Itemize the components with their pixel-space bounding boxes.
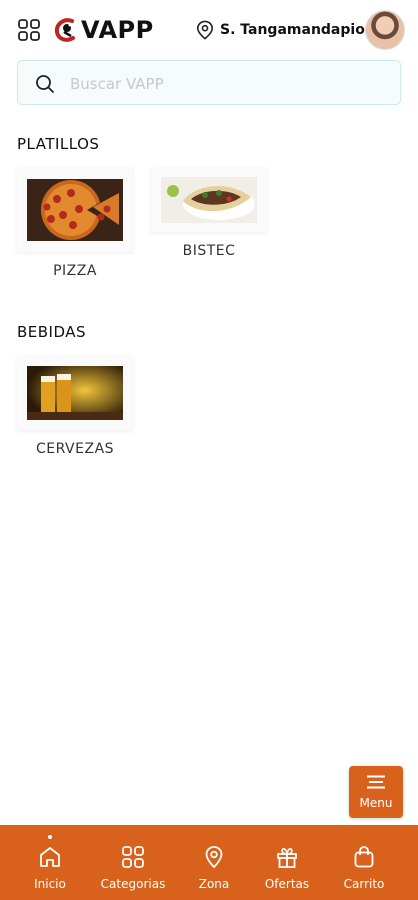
user-avatar[interactable] <box>365 10 405 50</box>
nav-label: Carrito <box>343 877 385 891</box>
pizza-image <box>17 168 133 252</box>
logo-mark-icon <box>54 18 75 42</box>
menu-button-label: Menu <box>359 796 393 810</box>
bottom-navigation: Inicio Categorias Zona Ofertas Carrito <box>0 825 418 900</box>
top-bar: VAPP S. Tangamandapio <box>0 0 418 60</box>
nav-label: Zona <box>198 877 230 891</box>
active-indicator <box>48 835 52 839</box>
nav-item-categorias[interactable]: Categorias <box>95 825 171 900</box>
location-pin-icon <box>205 846 223 869</box>
grid-icon <box>122 846 144 868</box>
nav-item-inicio[interactable]: Inicio <box>22 825 78 900</box>
menu-button[interactable]: Menu <box>349 766 403 818</box>
nav-item-ofertas[interactable]: Ofertas <box>258 825 316 900</box>
nav-item-carrito[interactable]: Carrito <box>336 825 392 900</box>
bistec-image <box>151 168 267 232</box>
search-input[interactable] <box>68 61 392 106</box>
app-name: VAPP <box>81 16 154 44</box>
product-label: BISTEC <box>182 243 236 259</box>
shopping-bag-icon <box>354 846 374 868</box>
product-label: PIZZA <box>53 263 97 279</box>
menu-lines-icon <box>367 775 385 789</box>
nav-item-zona[interactable]: Zona <box>188 825 240 900</box>
location-selector[interactable]: S. Tangamandapio <box>196 20 365 40</box>
search-icon <box>36 75 54 93</box>
home-icon <box>40 847 60 867</box>
cervezas-image <box>17 356 133 430</box>
nav-label: Categorias <box>100 877 166 891</box>
gift-icon <box>277 848 297 868</box>
search-bar[interactable] <box>17 60 401 106</box>
app-logo[interactable]: VAPP <box>52 14 154 46</box>
product-card-bistec[interactable]: BISTEC <box>151 168 267 259</box>
product-card-pizza[interactable]: PIZZA <box>17 168 133 279</box>
product-card-cervezas[interactable]: CERVEZAS <box>17 356 133 457</box>
location-pin-icon <box>196 20 214 40</box>
categories-grid-icon[interactable] <box>17 18 41 42</box>
nav-label: Ofertas <box>264 877 310 891</box>
location-label: S. Tangamandapio <box>220 22 365 38</box>
section-title-platillos: PLATILLOS <box>17 135 100 153</box>
section-title-bebidas: BEBIDAS <box>17 323 87 341</box>
product-label: CERVEZAS <box>35 441 115 457</box>
nav-label: Inicio <box>34 877 66 891</box>
